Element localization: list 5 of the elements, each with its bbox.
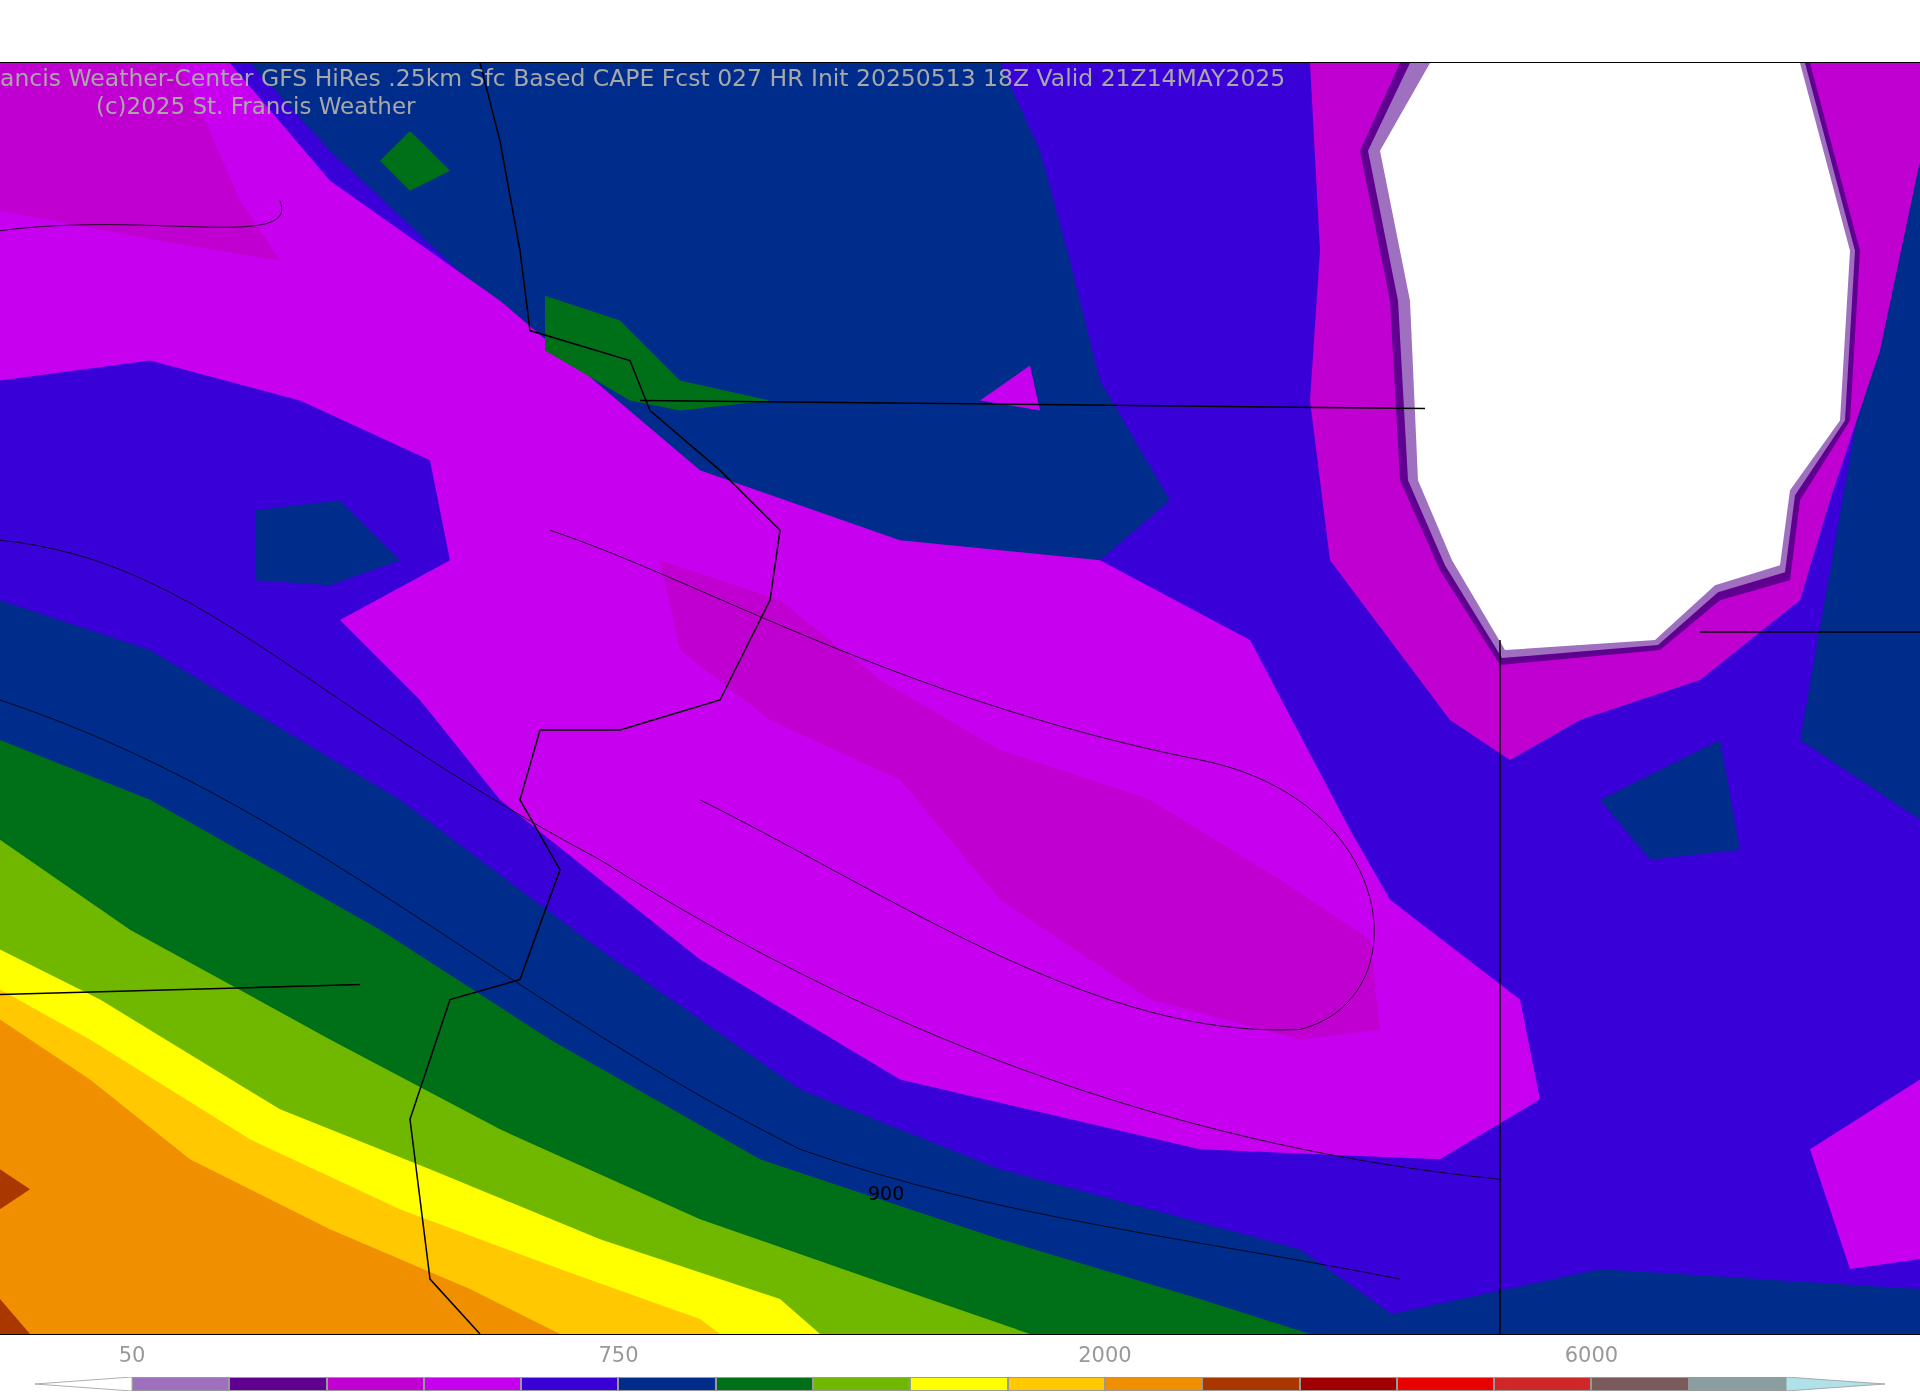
colorbar-tick-label: 2000	[1078, 1343, 1132, 1367]
contour-label: 900	[868, 1182, 905, 1204]
colorbar-tick-label: 50	[118, 1343, 146, 1367]
colorbar-tick-label: 750	[598, 1343, 639, 1367]
colorbar-tick-label: 6000	[1564, 1343, 1619, 1367]
